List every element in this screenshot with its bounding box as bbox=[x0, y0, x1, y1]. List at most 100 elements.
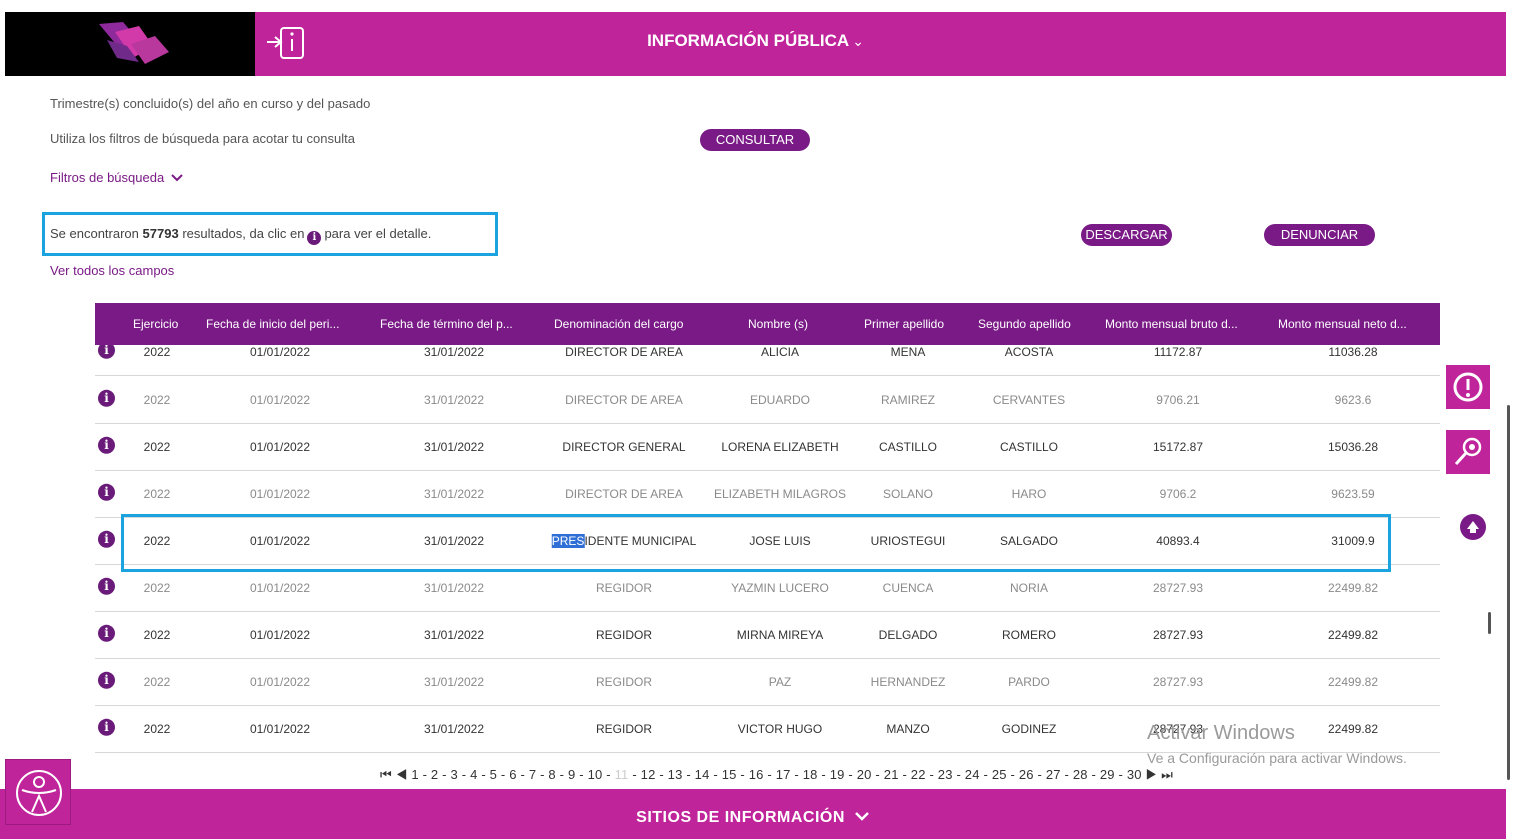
denunciar-button[interactable]: DENUNCIAR bbox=[1264, 224, 1375, 246]
table-scrollbar[interactable] bbox=[1488, 612, 1491, 634]
info-icon: i bbox=[307, 231, 322, 245]
info-icon[interactable]: i bbox=[98, 436, 115, 454]
col-nombre[interactable]: Nombre (s) bbox=[748, 317, 808, 331]
col-segundo-apellido[interactable]: Segundo apellido bbox=[978, 317, 1071, 331]
footer-title: SITIOS DE INFORMACIÓN bbox=[636, 809, 845, 826]
table-cell: MANZO bbox=[886, 722, 930, 736]
table-cell: 31/01/2022 bbox=[423, 345, 485, 359]
table-cell: DIRECTOR DE AREA bbox=[565, 487, 683, 501]
page-scrollbar[interactable] bbox=[1507, 405, 1510, 780]
results-count: 57793 bbox=[142, 226, 179, 241]
col-monto-bruto[interactable]: Monto mensual bruto d... bbox=[1105, 317, 1238, 331]
table-cell: 2022 bbox=[143, 393, 171, 407]
table-cell: REGIDOR bbox=[595, 675, 653, 689]
accessibility-button[interactable] bbox=[5, 759, 71, 825]
table-cell: 2022 bbox=[143, 628, 171, 642]
next-page-icon[interactable]: ▶ bbox=[1146, 767, 1158, 782]
results-summary: Se encontraron 57793 resultados, da clic… bbox=[50, 226, 432, 245]
table-cell: 01/01/2022 bbox=[249, 581, 311, 595]
table-cell: 2022 bbox=[143, 581, 171, 595]
table-cell: 9706.2 bbox=[1159, 487, 1197, 501]
ver-todos-link[interactable]: Ver todos los campos bbox=[50, 263, 174, 278]
col-fecha-inicio[interactable]: Fecha de inicio del peri... bbox=[206, 317, 339, 331]
table-cell: 31/01/2022 bbox=[423, 675, 485, 689]
info-publica-menu[interactable]: INFORMACIÓN PÚBLICA ⌄ bbox=[5, 31, 1506, 51]
table-cell: 2022 bbox=[143, 440, 171, 454]
arrow-up-icon bbox=[1467, 521, 1479, 533]
table-cell: EDUARDO bbox=[749, 393, 811, 407]
table-cell: 15036.28 bbox=[1327, 440, 1379, 454]
windows-watermark-text: Ve a Configuración para activar Windows. bbox=[1147, 750, 1407, 766]
footer-bar: SITIOS DE INFORMACIÓN bbox=[0, 789, 1506, 839]
table-cell: CASTILLO bbox=[999, 440, 1059, 454]
table-cell: REGIDOR bbox=[595, 722, 653, 736]
page-links[interactable]: 1 - 2 - 3 - 4 - 5 - 6 - 7 - 8 - 9 - 10 - bbox=[411, 767, 610, 782]
table-cell: RAMIREZ bbox=[881, 393, 935, 407]
first-page-icon[interactable]: ⏮ bbox=[380, 767, 392, 782]
table-row: i 2022 01/01/2022 31/01/2022 DIRECTOR DE ARE… bbox=[95, 471, 1440, 518]
table-cell: 2022 bbox=[143, 345, 171, 359]
table-cell: MENA bbox=[890, 345, 926, 359]
table-cell: REGIDOR bbox=[595, 628, 653, 642]
table-cell: 2022 bbox=[143, 675, 171, 689]
table-cell: 01/01/2022 bbox=[249, 487, 311, 501]
alert-icon bbox=[1453, 372, 1483, 402]
col-primer-apellido[interactable]: Primer apellido bbox=[864, 317, 944, 331]
table-row: i 2022 01/01/2022 31/01/2022 REGIDOR YAZMIN L… bbox=[95, 565, 1440, 612]
table-cell: 31/01/2022 bbox=[423, 393, 485, 407]
info-icon[interactable]: i bbox=[98, 671, 115, 689]
table-cell: 01/01/2022 bbox=[249, 628, 311, 642]
search-filters-toggle[interactable]: Filtros de búsqueda bbox=[50, 170, 183, 185]
table-cell: 28727.93 bbox=[1152, 628, 1204, 642]
table-cell: 31/01/2022 bbox=[423, 440, 485, 454]
table-row: i 2022 01/01/2022 31/01/2022 DIRECTOR GENERA… bbox=[95, 424, 1440, 471]
table-cell: 31/01/2022 bbox=[423, 581, 485, 595]
info-icon[interactable]: i bbox=[98, 389, 115, 407]
sitios-informacion-menu[interactable]: SITIOS DE INFORMACIÓN bbox=[0, 809, 1506, 827]
table-cell: VICTOR HUGO bbox=[737, 722, 823, 736]
page-links[interactable]: - 12 - 13 - 14 - 15 - 16 - 17 - 18 - 19 … bbox=[632, 767, 1141, 782]
table-cell: DIRECTOR GENERAL bbox=[562, 440, 686, 454]
windows-watermark-title: Activar Windows bbox=[1147, 722, 1295, 744]
table-cell: CERVANTES bbox=[992, 393, 1066, 407]
table-cell: 2022 bbox=[143, 487, 171, 501]
table-cell: ELIZABETH MILAGROS bbox=[713, 487, 847, 501]
table-cell: ALICIA bbox=[760, 345, 800, 359]
col-fecha-termino[interactable]: Fecha de término del p... bbox=[380, 317, 513, 331]
info-icon[interactable]: i bbox=[98, 624, 115, 642]
col-monto-neto[interactable]: Monto mensual neto d... bbox=[1278, 317, 1407, 331]
info-icon[interactable]: i bbox=[98, 345, 115, 359]
consultar-button[interactable]: CONSULTAR bbox=[700, 129, 810, 151]
scroll-top-button[interactable] bbox=[1460, 514, 1486, 540]
current-page: 11 bbox=[614, 767, 629, 782]
info-icon[interactable]: i bbox=[98, 483, 115, 501]
last-page-icon[interactable]: ⏭ bbox=[1161, 767, 1173, 782]
alert-button[interactable] bbox=[1446, 365, 1490, 409]
table-cell: 22499.82 bbox=[1327, 628, 1379, 642]
descargar-button[interactable]: DESCARGAR bbox=[1081, 224, 1172, 246]
chevron-down-icon: ⌄ bbox=[852, 33, 864, 49]
info-icon[interactable]: i bbox=[98, 530, 115, 548]
table-cell: DIRECTOR DE AREA bbox=[565, 345, 683, 359]
table-cell: 11172.87 bbox=[1153, 345, 1203, 359]
info-icon[interactable]: i bbox=[98, 718, 115, 736]
table-cell: 22499.82 bbox=[1327, 581, 1379, 595]
tools-button[interactable] bbox=[1446, 430, 1490, 474]
table-cell: CUENCA bbox=[882, 581, 934, 595]
table-cell: 9623.59 bbox=[1331, 487, 1375, 501]
col-cargo[interactable]: Denominación del cargo bbox=[554, 317, 683, 331]
table-cell: 31/01/2022 bbox=[423, 722, 485, 736]
col-ejercicio[interactable]: Ejercicio bbox=[133, 317, 178, 331]
prev-page-icon[interactable]: ◀ bbox=[396, 767, 408, 782]
table-cell: 15172.87 bbox=[1152, 440, 1204, 454]
table-cell: 9706.21 bbox=[1156, 393, 1200, 407]
table-row: i 2022 01/01/2022 31/01/2022 DIRECTOR DE ARE… bbox=[95, 377, 1440, 424]
table-cell: 01/01/2022 bbox=[249, 722, 311, 736]
table-cell: YAZMIN LUCERO bbox=[731, 581, 829, 595]
table-cell: PAZ bbox=[768, 675, 792, 689]
accessibility-icon bbox=[16, 770, 62, 816]
info-icon[interactable]: i bbox=[98, 577, 115, 595]
filter-hint-text: Utiliza los filtros de búsqueda para aco… bbox=[50, 131, 355, 146]
table-cell: LORENA ELIZABETH bbox=[721, 440, 839, 454]
table-cell: DELGADO bbox=[878, 628, 938, 642]
